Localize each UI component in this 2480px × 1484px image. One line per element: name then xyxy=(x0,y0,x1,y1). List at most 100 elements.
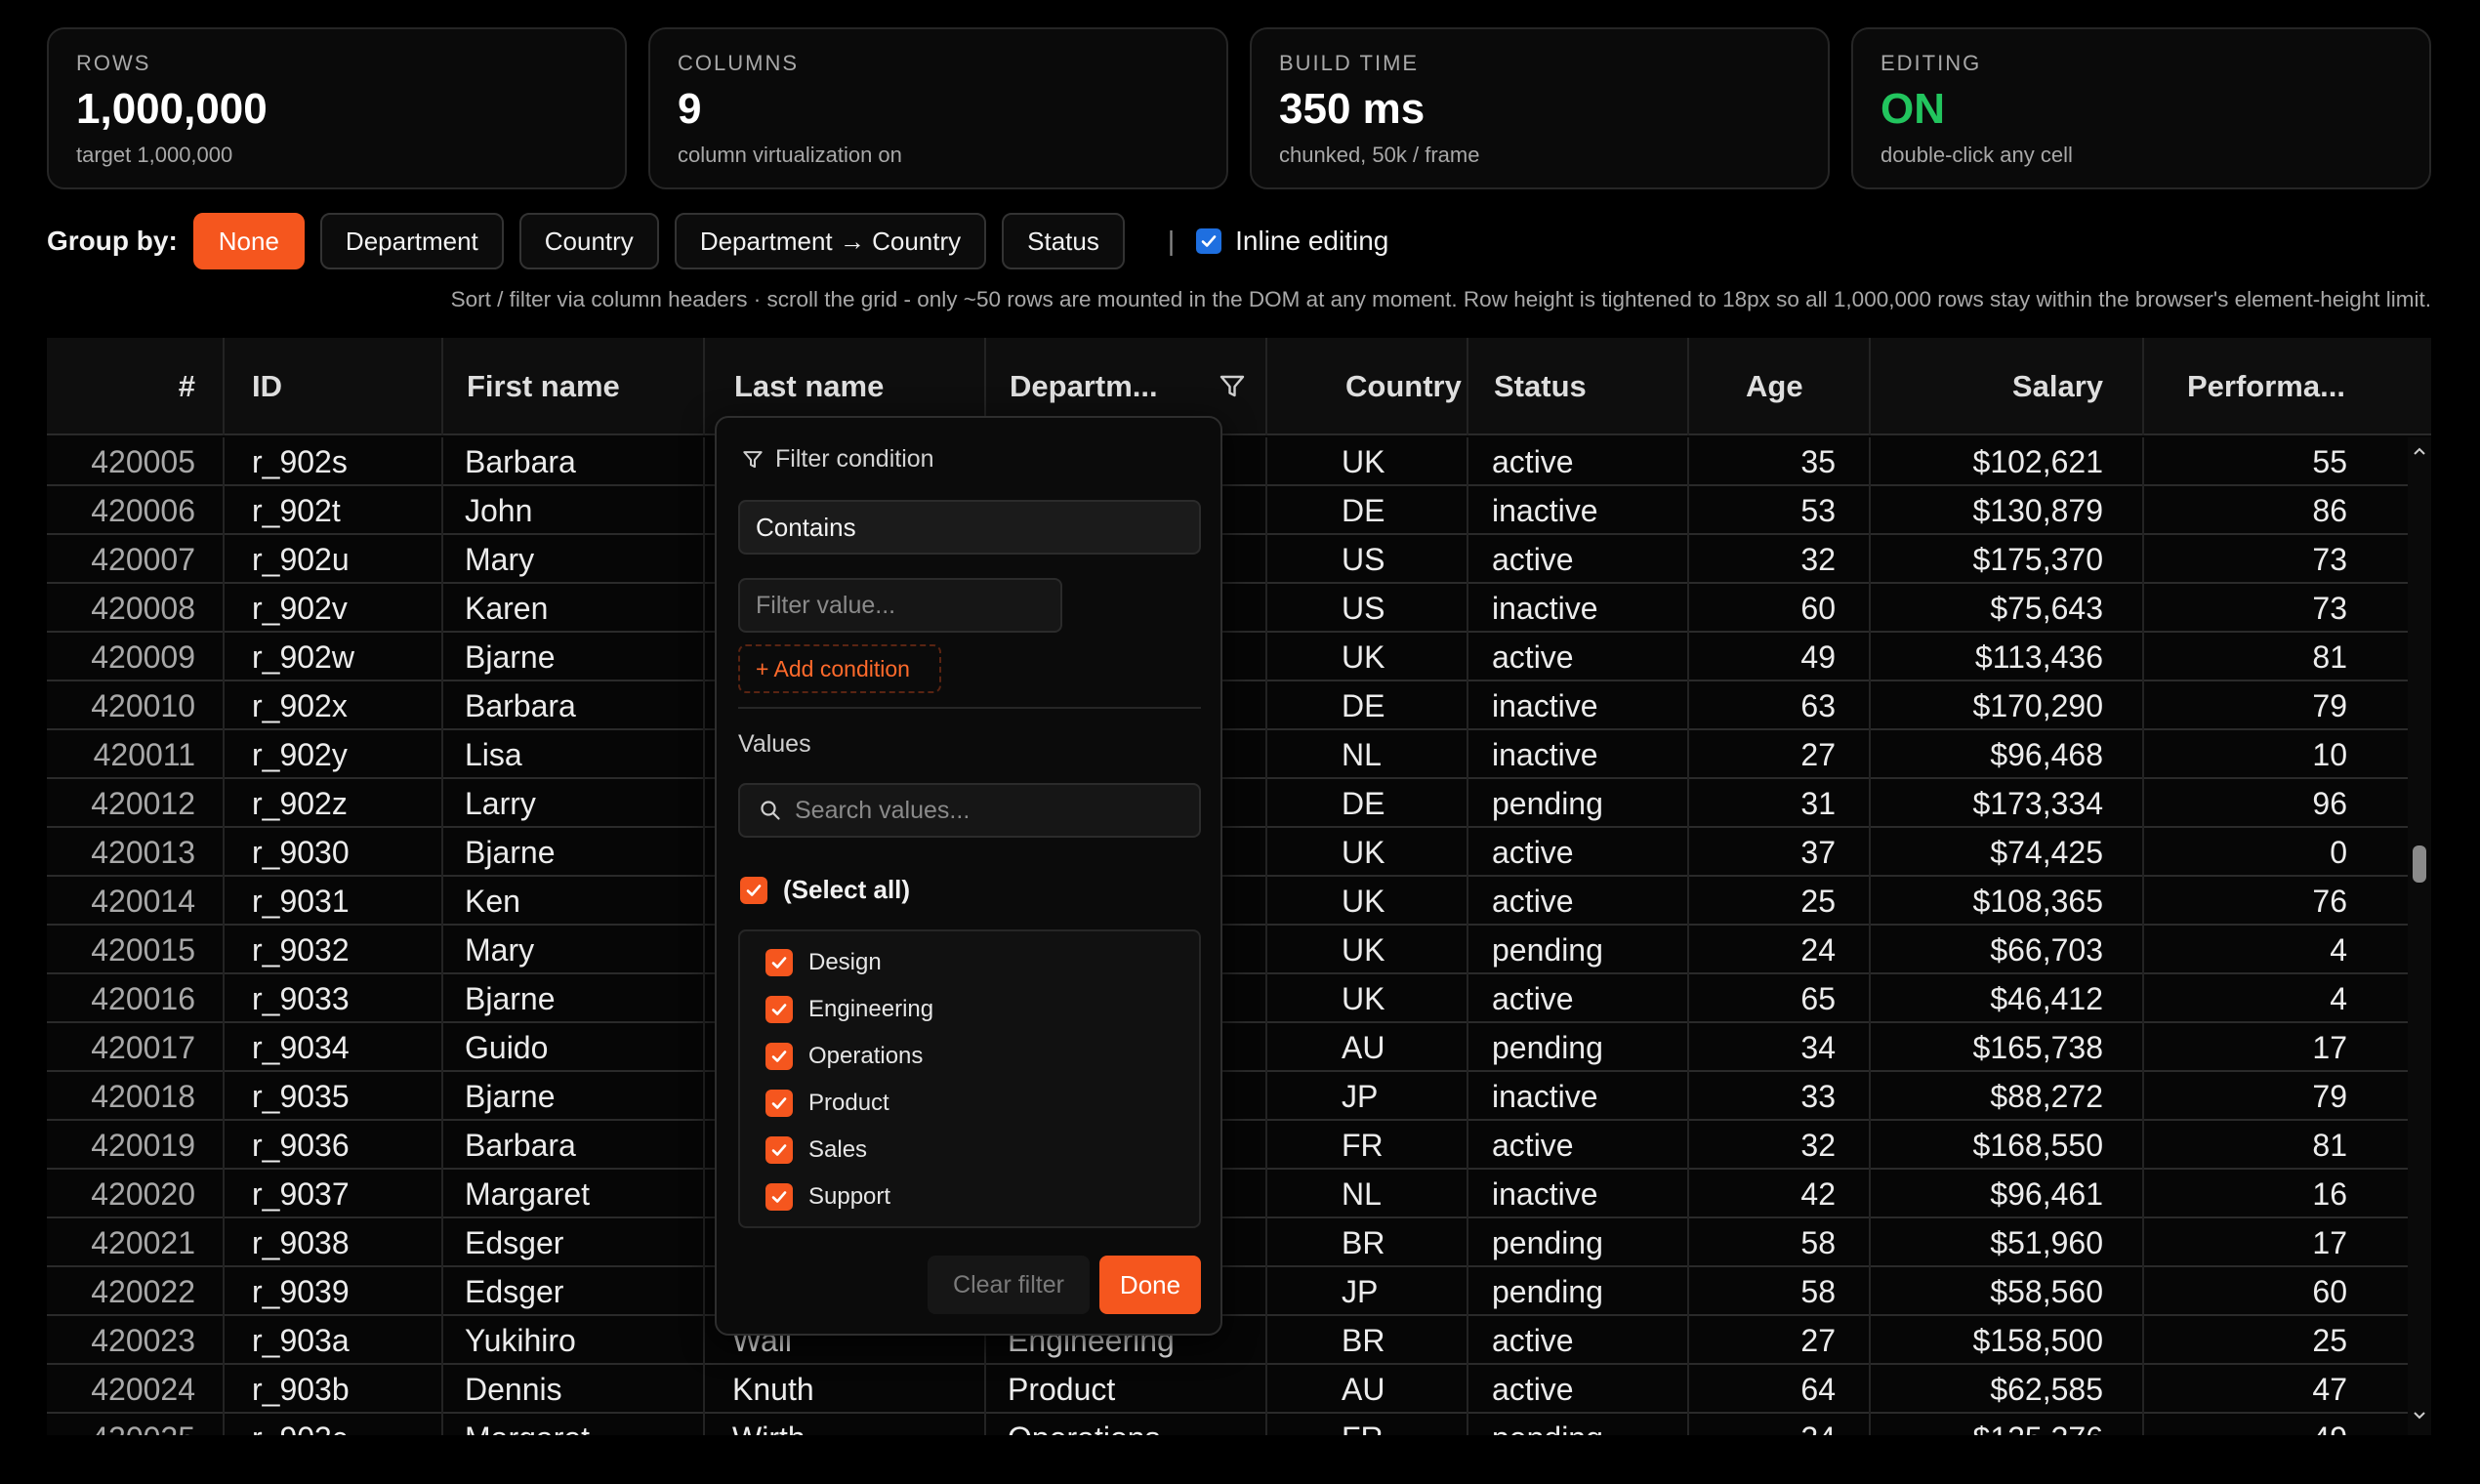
inline-editing-checkbox[interactable] xyxy=(1196,228,1222,254)
cell-index[interactable]: 420018 xyxy=(47,1072,225,1121)
cell-country[interactable]: FR xyxy=(1267,1414,1468,1435)
cell-salary[interactable]: $46,412 xyxy=(1871,974,2144,1023)
cell-status[interactable]: pending xyxy=(1468,1218,1689,1267)
cell-first-name[interactable]: Larry xyxy=(443,779,705,828)
cell-first-name[interactable]: Ken xyxy=(443,877,705,926)
cell-salary[interactable]: $75,643 xyxy=(1871,584,2144,633)
cell-salary[interactable]: $130,879 xyxy=(1871,486,2144,535)
cell-id[interactable]: r_902u xyxy=(225,535,443,584)
cell-salary[interactable]: $113,436 xyxy=(1871,633,2144,681)
cell-status[interactable]: pending xyxy=(1468,926,1689,974)
cell-status[interactable]: pending xyxy=(1468,1414,1689,1435)
cell-id[interactable]: r_902s xyxy=(225,437,443,486)
cell-id[interactable]: r_9036 xyxy=(225,1121,443,1170)
cell-status[interactable]: inactive xyxy=(1468,1072,1689,1121)
table-row[interactable]: 420020 r_9037 Margaret NL inactive 42 $96,461 1… xyxy=(47,1170,2408,1218)
cell-first-name[interactable]: Edsger xyxy=(443,1218,705,1267)
cell-age[interactable]: 27 xyxy=(1689,1316,1871,1365)
cell-index[interactable]: 420014 xyxy=(47,877,225,926)
table-row[interactable]: 420006 r_902t John DE inactive 53 $130,879 86 xyxy=(47,486,2408,535)
cell-status[interactable]: active xyxy=(1468,974,1689,1023)
table-row[interactable]: 420011 r_902y Lisa NL inactive 27 $96,468 10 xyxy=(47,730,2408,779)
value-option[interactable]: Product xyxy=(765,1090,889,1117)
grid-scrollbar[interactable] xyxy=(2408,437,2431,1435)
cell-country[interactable]: US xyxy=(1267,535,1468,584)
cell-id[interactable]: r_903c xyxy=(225,1414,443,1435)
cell-status[interactable]: inactive xyxy=(1468,681,1689,730)
cell-salary[interactable]: $170,290 xyxy=(1871,681,2144,730)
cell-first-name[interactable]: Bjarne xyxy=(443,828,705,877)
filter-icon[interactable] xyxy=(1219,373,1246,400)
table-row[interactable]: 420023 r_903a Yukihiro Wall Engineering BR act… xyxy=(47,1316,2408,1365)
table-row[interactable]: 420013 r_9030 Bjarne UK active 37 $74,425 0 xyxy=(47,828,2408,877)
table-row[interactable]: 420018 r_9035 Bjarne JP inactive 33 $88,272 79 xyxy=(47,1072,2408,1121)
cell-salary[interactable]: $173,334 xyxy=(1871,779,2144,828)
cell-performance[interactable]: 73 xyxy=(2144,535,2408,584)
cell-country[interactable]: NL xyxy=(1267,730,1468,779)
table-row[interactable]: 420007 r_902u Mary US active 32 $175,370 73 xyxy=(47,535,2408,584)
cell-country[interactable]: BR xyxy=(1267,1218,1468,1267)
cell-salary[interactable]: $51,960 xyxy=(1871,1218,2144,1267)
cell-first-name[interactable]: Bjarne xyxy=(443,974,705,1023)
clear-filter-button[interactable]: Clear filter xyxy=(928,1256,1090,1314)
cell-id[interactable]: r_9032 xyxy=(225,926,443,974)
cell-id[interactable]: r_903a xyxy=(225,1316,443,1365)
cell-id[interactable]: r_902v xyxy=(225,584,443,633)
cell-first-name[interactable]: Margaret xyxy=(443,1414,705,1435)
cell-country[interactable]: UK xyxy=(1267,877,1468,926)
cell-age[interactable]: 49 xyxy=(1689,633,1871,681)
cell-country[interactable]: AU xyxy=(1267,1023,1468,1072)
column-header-id[interactable]: ID xyxy=(225,338,443,435)
cell-country[interactable]: UK xyxy=(1267,974,1468,1023)
inline-editing-toggle[interactable]: Inline editing xyxy=(1196,226,1388,257)
cell-salary[interactable]: $66,703 xyxy=(1871,926,2144,974)
table-row[interactable]: 420017 r_9034 Guido AU pending 34 $165,738 17 xyxy=(47,1023,2408,1072)
cell-country[interactable]: UK xyxy=(1267,926,1468,974)
cell-age[interactable]: 60 xyxy=(1689,584,1871,633)
cell-index[interactable]: 420022 xyxy=(47,1267,225,1316)
cell-performance[interactable]: 73 xyxy=(2144,584,2408,633)
cell-index[interactable]: 420025 xyxy=(47,1414,225,1435)
cell-country[interactable]: UK xyxy=(1267,437,1468,486)
cell-status[interactable]: pending xyxy=(1468,1267,1689,1316)
table-row[interactable]: 420016 r_9033 Bjarne UK active 65 $46,412 4 xyxy=(47,974,2408,1023)
cell-id[interactable]: r_903b xyxy=(225,1365,443,1414)
cell-id[interactable]: r_902y xyxy=(225,730,443,779)
cell-first-name[interactable]: Mary xyxy=(443,535,705,584)
cell-status[interactable]: active xyxy=(1468,1365,1689,1414)
cell-age[interactable]: 32 xyxy=(1689,1121,1871,1170)
cell-id[interactable]: r_9030 xyxy=(225,828,443,877)
value-option[interactable]: Design xyxy=(765,949,882,976)
table-row[interactable]: 420010 r_902x Barbara DE inactive 63 $170,290 7… xyxy=(47,681,2408,730)
cell-first-name[interactable]: Karen xyxy=(443,584,705,633)
cell-index[interactable]: 420007 xyxy=(47,535,225,584)
cell-performance[interactable]: 10 xyxy=(2144,730,2408,779)
cell-age[interactable]: 25 xyxy=(1689,877,1871,926)
cell-country[interactable]: JP xyxy=(1267,1267,1468,1316)
table-row[interactable]: 420022 r_9039 Edsger JP pending 58 $58,560 60 xyxy=(47,1267,2408,1316)
cell-salary[interactable]: $175,370 xyxy=(1871,535,2144,584)
scrollbar-thumb[interactable] xyxy=(2413,845,2426,883)
cell-id[interactable]: r_9033 xyxy=(225,974,443,1023)
cell-performance[interactable]: 55 xyxy=(2144,437,2408,486)
cell-country[interactable]: DE xyxy=(1267,681,1468,730)
value-checkbox[interactable] xyxy=(765,949,793,976)
value-checkbox[interactable] xyxy=(765,1090,793,1117)
filter-condition-select[interactable]: Contains xyxy=(738,500,1201,555)
cell-index[interactable]: 420009 xyxy=(47,633,225,681)
cell-last-name[interactable]: Wirth xyxy=(705,1414,986,1435)
cell-age[interactable]: 33 xyxy=(1689,1072,1871,1121)
cell-index[interactable]: 420012 xyxy=(47,779,225,828)
cell-index[interactable]: 420017 xyxy=(47,1023,225,1072)
cell-department[interactable]: Operations xyxy=(986,1414,1267,1435)
cell-first-name[interactable]: Yukihiro xyxy=(443,1316,705,1365)
cell-status[interactable]: inactive xyxy=(1468,584,1689,633)
cell-salary[interactable]: $125,376 xyxy=(1871,1414,2144,1435)
cell-status[interactable]: active xyxy=(1468,828,1689,877)
cell-age[interactable]: 34 xyxy=(1689,1023,1871,1072)
cell-status[interactable]: active xyxy=(1468,535,1689,584)
value-option[interactable]: Sales xyxy=(765,1136,867,1164)
cell-salary[interactable]: $168,550 xyxy=(1871,1121,2144,1170)
cell-performance[interactable]: 79 xyxy=(2144,1072,2408,1121)
cell-index[interactable]: 420019 xyxy=(47,1121,225,1170)
